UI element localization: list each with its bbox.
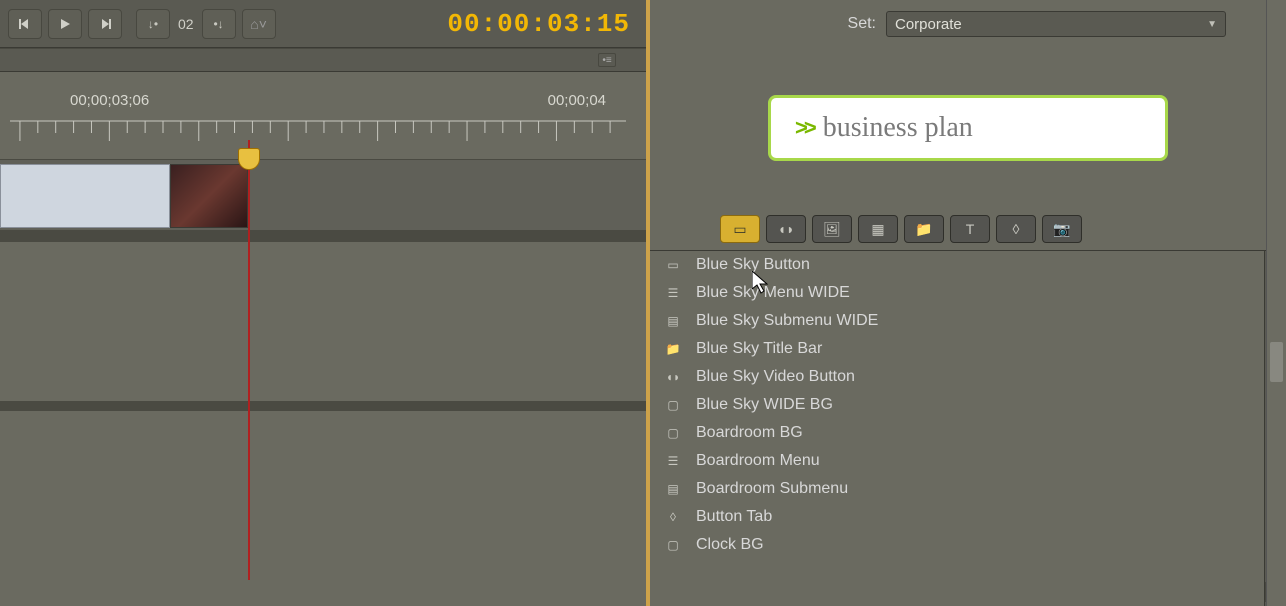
filter-pill[interactable]: ◖◗ [766,215,806,243]
asset-item-label: Blue Sky Button [696,256,810,274]
asset-list-container: ▭ Blue Sky Button ☰ Blue Sky Menu WIDE ▤ Blue… [650,250,1286,606]
playhead-handle[interactable] [238,148,260,170]
tracks-area [0,159,646,541]
ruler-time-left: 00;00;03;06 [70,92,149,109]
frame-number: 02 [174,16,198,32]
empty-track-area[interactable] [0,241,646,401]
bg-icon: ▢ [662,537,684,553]
panel-menu-button[interactable]: •≡ [598,53,616,67]
window-scrollbar[interactable] [1266,0,1286,606]
video-icon: ◖◗ [662,369,684,385]
asset-item[interactable]: ▤ Blue Sky Submenu WIDE [650,307,1264,335]
asset-item-label: Clock BG [696,536,764,554]
template-preview-area: >> business plan [650,48,1286,208]
panel-subbar: •≡ [0,48,646,72]
ruler-time-right: 00;00;04 [548,92,606,109]
in-point-button[interactable]: ↓• [136,9,170,39]
tab-icon: ◊ [662,509,684,525]
set-dropdown-value: Corporate [895,16,962,33]
empty-track-area-2[interactable] [0,411,646,541]
asset-item-label: Blue Sky Title Bar [696,340,822,358]
playback-toolbar: ↓• 02 •↓ ⌂˅ 00:00:03:15 [0,0,646,48]
asset-item-label: Blue Sky Video Button [696,368,855,386]
set-label: Set: [848,15,876,33]
menu-icon: ☰ [662,453,684,469]
clip-video-thumbnail[interactable] [170,164,248,228]
asset-item[interactable]: ☰ Blue Sky Menu WIDE [650,279,1264,307]
out-point-button[interactable]: •↓ [202,9,236,39]
set-dropdown[interactable]: Corporate ▼ [886,11,1226,37]
scrollbar-thumb[interactable] [1270,342,1283,382]
filter-folder[interactable]: 📁 [904,215,944,243]
asset-list[interactable]: ▭ Blue Sky Button ☰ Blue Sky Menu WIDE ▤ Blue… [650,251,1264,606]
filter-camera[interactable]: 📷 [1042,215,1082,243]
filter-buttons[interactable]: ▭ [720,215,760,243]
step-forward-button[interactable] [88,9,122,39]
bg-icon: ▢ [662,397,684,413]
bg-icon: ▢ [662,425,684,441]
preview-text: business plan [823,112,973,144]
submenu-icon: ▤ [662,481,684,497]
asset-item[interactable]: ☰ Boardroom Menu [650,447,1264,475]
asset-item[interactable]: ▤ Boardroom Submenu [650,475,1264,503]
asset-item[interactable]: ▢ Clock BG [650,531,1264,559]
template-preview[interactable]: >> business plan [768,95,1168,161]
filter-toolbar: ▭ ◖◗ 🖼 ▦ 📁 T ◊ 📷 [650,208,1286,250]
preview-arrows-icon: >> [795,115,813,141]
folder-icon: 📁 [662,341,684,357]
filter-text[interactable]: T [950,215,990,243]
submenu-icon: ▤ [662,313,684,329]
timeline-area: 00;00;03;06 00;00;04 [0,72,646,155]
asset-item-label: Blue Sky Menu WIDE [696,284,850,302]
chevron-down-icon: ▼ [1207,19,1217,30]
asset-item-label: Boardroom BG [696,424,803,442]
asset-item[interactable]: ◖◗ Blue Sky Video Button [650,363,1264,391]
filter-shape[interactable]: ◊ [996,215,1036,243]
asset-item-label: Blue Sky Submenu WIDE [696,312,878,330]
timeline-panel: ↓• 02 •↓ ⌂˅ 00:00:03:15 •≡ 00;00;03;06 0… [0,0,650,606]
asset-item-label: Blue Sky WIDE BG [696,396,833,414]
button-icon: ▭ [662,257,684,273]
asset-item[interactable]: ◊ Button Tab [650,503,1264,531]
current-timecode[interactable]: 00:00:03:15 [447,9,640,39]
asset-item[interactable]: ▢ Blue Sky WIDE BG [650,391,1264,419]
asset-item-label: Button Tab [696,508,772,526]
play-button[interactable] [48,9,82,39]
time-ruler[interactable] [10,111,626,155]
asset-item-label: Boardroom Menu [696,452,820,470]
playhead-line [248,140,250,580]
asset-item-label: Boardroom Submenu [696,480,848,498]
clip-title-segment[interactable] [0,164,170,228]
step-back-button[interactable] [8,9,42,39]
asset-item[interactable]: ▭ Blue Sky Button [650,251,1264,279]
library-panel: Set: Corporate ▼ >> business plan ▭ ◖◗ 🖼… [650,0,1286,606]
menu-icon: ☰ [662,285,684,301]
filter-image[interactable]: 🖼 [812,215,852,243]
asset-item[interactable]: ▢ Boardroom BG [650,419,1264,447]
video-track[interactable] [0,159,646,231]
asset-item[interactable]: 📁 Blue Sky Title Bar [650,335,1264,363]
set-selector-row: Set: Corporate ▼ [650,0,1286,48]
filter-grid[interactable]: ▦ [858,215,898,243]
marker-button[interactable]: ⌂˅ [242,9,276,39]
